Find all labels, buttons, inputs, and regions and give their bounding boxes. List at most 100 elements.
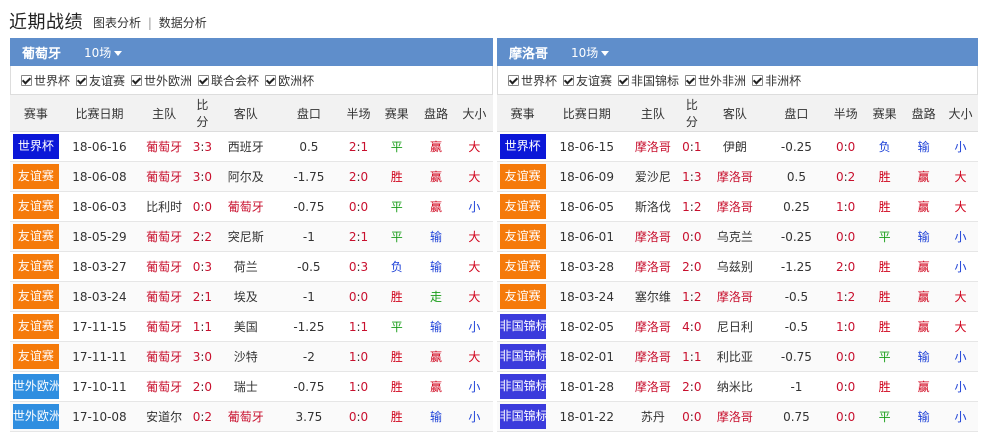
home-team[interactable]: 比利时 [137,191,191,222]
away-team[interactable]: 摩洛哥 [703,401,767,432]
away-team[interactable]: 西班牙 [213,131,278,162]
home-team[interactable]: 安道尔 [137,401,191,432]
over-under: 小 [943,371,978,402]
league-badge[interactable]: 世外欧洲 [12,374,61,399]
league-badge[interactable]: 友谊赛 [12,194,59,219]
filter-checkbox[interactable]: 世外欧洲 [131,72,192,89]
away-team[interactable]: 突尼斯 [213,221,278,252]
home-team[interactable]: 摩洛哥 [625,221,681,252]
filter-checkbox[interactable]: 世界杯 [508,72,557,89]
away-team[interactable]: 埃及 [213,281,278,312]
away-team[interactable]: 乌兹别 [703,251,767,282]
home-team[interactable]: 葡萄牙 [137,131,191,162]
chart-analysis-link[interactable]: 图表分析 [93,16,141,30]
half-home: 0 [835,349,844,364]
away-team[interactable]: 纳米比 [703,371,767,402]
league-cell: 友谊赛 [10,281,62,312]
matches-dropdown[interactable]: 10场 [84,44,123,61]
matches-dropdown[interactable]: 10场 [571,44,610,61]
filter-checkbox[interactable]: 欧洲杯 [265,72,314,89]
home-team[interactable]: 爱沙尼 [625,161,681,192]
filter-checkbox[interactable]: 友谊赛 [563,72,612,89]
home-team[interactable]: 摩洛哥 [625,311,681,342]
league-badge[interactable]: 友谊赛 [499,254,546,279]
league-badge[interactable]: 友谊赛 [12,344,59,369]
away-team[interactable]: 沙特 [213,341,278,372]
league-badge[interactable]: 世界杯 [12,134,59,159]
filter-checkbox[interactable]: 联合会杯 [198,72,259,89]
league-badge[interactable]: 非国锦标 [499,374,548,399]
home-team[interactable]: 葡萄牙 [137,281,191,312]
checkbox-checked-icon[interactable] [131,74,143,86]
checkbox-checked-icon[interactable] [265,74,277,86]
home-score: 0 [682,229,690,244]
away-team[interactable]: 摩洛哥 [703,281,767,312]
match-row: 非国锦标 18-02-01 摩洛哥 1:1 利比亚 -0.75 0:0 平输小 [497,341,978,372]
league-badge[interactable]: 友谊赛 [12,254,59,279]
home-team[interactable]: 摩洛哥 [625,371,681,402]
away-team[interactable]: 瑞士 [213,371,278,402]
home-team[interactable]: 摩洛哥 [625,341,681,372]
filter-checkbox[interactable]: 非洲杯 [752,72,801,89]
away-team[interactable]: 利比亚 [703,341,767,372]
away-team[interactable]: 摩洛哥 [703,161,767,192]
away-team[interactable]: 阿尔及 [213,161,278,192]
away-team[interactable]: 荷兰 [213,251,278,282]
checkbox-checked-icon[interactable] [563,74,575,86]
checkbox-checked-icon[interactable] [618,74,630,86]
handicap-result: 赢 [904,251,944,282]
league-badge[interactable]: 非国锦标 [499,404,548,429]
home-team[interactable]: 葡萄牙 [137,371,191,402]
home-team[interactable]: 塞尔维 [625,281,681,312]
checkbox-checked-icon[interactable] [508,74,519,86]
page-header: 近期战绩 图表分析 | 数据分析 [0,0,988,38]
checkbox-checked-icon[interactable] [76,74,88,86]
result: 胜 [865,191,905,222]
home-team[interactable]: 摩洛哥 [625,251,681,282]
away-team[interactable]: 乌克兰 [703,221,767,252]
home-team[interactable]: 苏丹 [625,401,681,432]
checkbox-checked-icon[interactable] [21,74,32,86]
home-team[interactable]: 葡萄牙 [137,341,191,372]
home-team[interactable]: 葡萄牙 [137,221,191,252]
filter-checkbox[interactable]: 非国锦标 [618,72,679,89]
filter-checkbox[interactable]: 世界杯 [21,72,70,89]
result: 胜 [865,311,905,342]
away-team[interactable]: 葡萄牙 [213,401,278,432]
league-badge[interactable]: 友谊赛 [499,194,546,219]
away-team[interactable]: 葡萄牙 [213,191,278,222]
home-team[interactable]: 葡萄牙 [137,161,191,192]
filter-checkbox[interactable]: 友谊赛 [76,72,125,89]
league-badge[interactable]: 非国锦标 [499,314,548,339]
home-team[interactable]: 葡萄牙 [137,251,191,282]
score: 2:0 [680,371,704,402]
league-badge[interactable]: 友谊赛 [499,224,546,249]
home-team[interactable]: 摩洛哥 [625,131,681,162]
away-team[interactable]: 伊朗 [703,131,767,162]
league-badge[interactable]: 友谊赛 [12,314,59,339]
league-badge[interactable]: 友谊赛 [12,284,59,309]
home-team[interactable]: 斯洛伐 [625,191,681,222]
league-badge[interactable]: 友谊赛 [499,164,546,189]
checkbox-checked-icon[interactable] [752,74,764,86]
league-badge[interactable]: 非国锦标 [499,344,548,369]
filter-checkbox[interactable]: 世外非洲 [685,72,746,89]
league-badge[interactable]: 友谊赛 [12,164,59,189]
league-cell: 友谊赛 [10,191,62,222]
league-cell: 友谊赛 [10,221,62,252]
away-team[interactable]: 尼日利 [703,311,767,342]
league-badge[interactable]: 世外欧洲 [12,404,61,429]
match-date: 18-06-08 [61,161,138,192]
checkbox-checked-icon[interactable] [685,74,697,86]
home-team[interactable]: 葡萄牙 [137,311,191,342]
league-badge[interactable]: 友谊赛 [12,224,59,249]
league-badge[interactable]: 世界杯 [499,134,546,159]
away-team[interactable]: 摩洛哥 [703,191,767,222]
data-analysis-link[interactable]: 数据分析 [159,16,207,30]
league-badge[interactable]: 友谊赛 [499,284,546,309]
away-team[interactable]: 美国 [213,311,278,342]
column-header: 赛事 [10,94,62,132]
checkbox-checked-icon[interactable] [198,74,210,86]
league-cell: 友谊赛 [497,221,549,252]
handicap-line: -0.75 [766,341,827,372]
